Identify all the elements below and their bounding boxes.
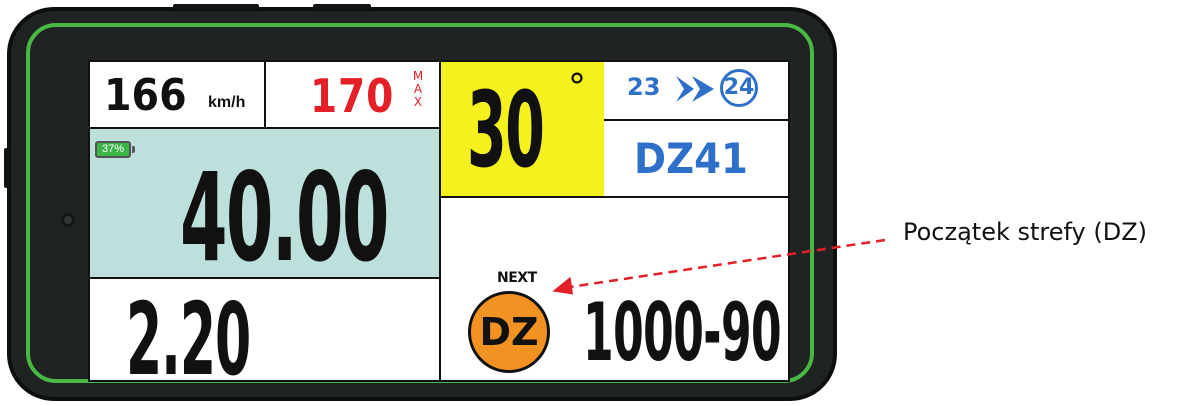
annotation-arrow: [552, 238, 886, 295]
annotation-label: Początek strefy (DZ): [903, 218, 1148, 246]
